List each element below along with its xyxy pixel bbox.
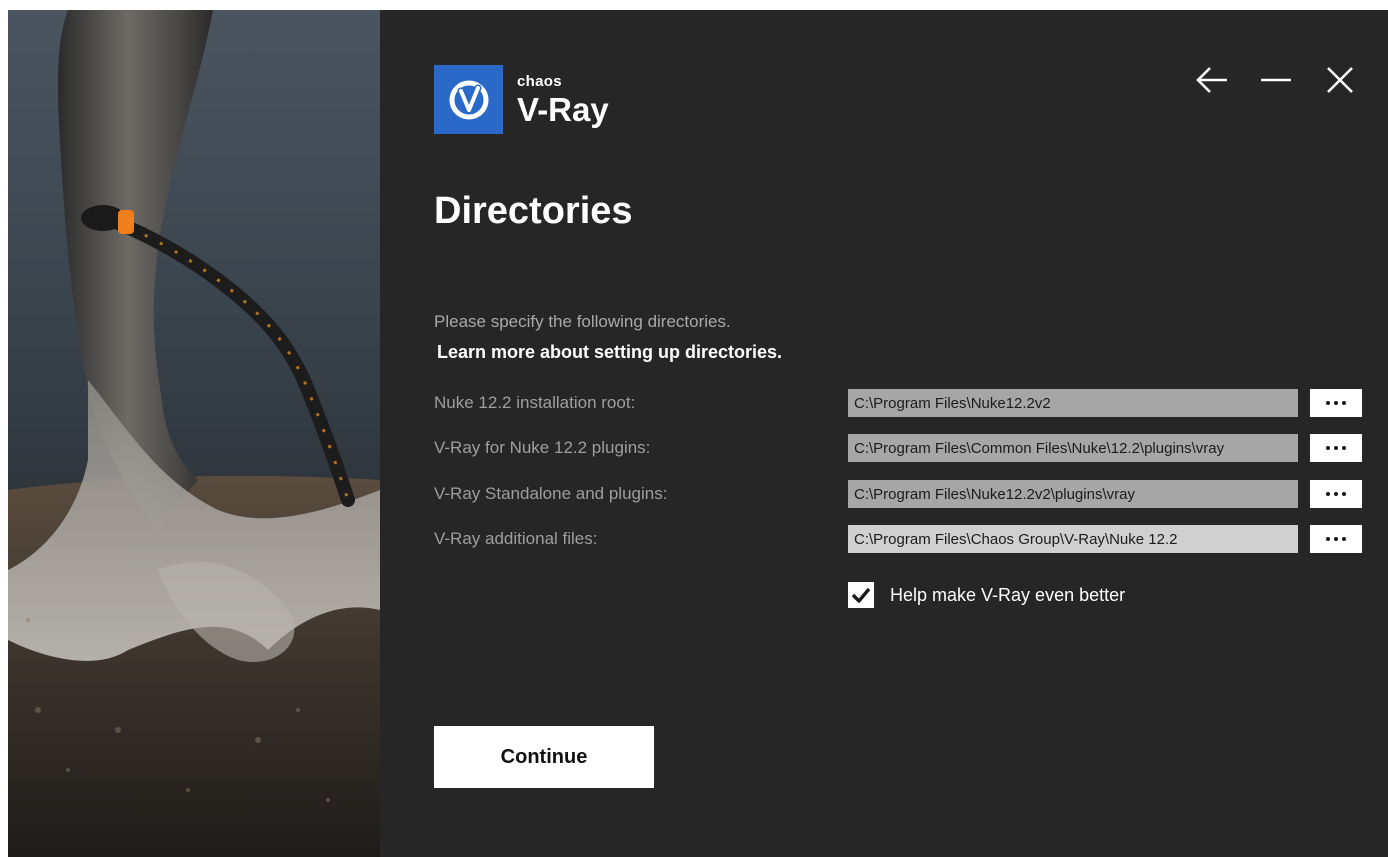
- directory-label: Nuke 12.2 installation root:: [434, 393, 636, 412]
- content-panel: chaos V-Ray Directories Please specify t…: [380, 10, 1388, 857]
- minimize-icon: [1261, 78, 1291, 82]
- vray-standalone-path-field[interactable]: [848, 480, 1298, 508]
- directory-label: V-Ray for Nuke 12.2 plugins:: [434, 438, 651, 457]
- directory-row-vray-plugins: V-Ray for Nuke 12.2 plugins:: [434, 434, 1374, 464]
- page-title: Directories: [434, 190, 633, 232]
- brand-name: chaos: [517, 72, 562, 90]
- back-button[interactable]: [1194, 62, 1230, 98]
- vray-logo: chaos V-Ray: [434, 65, 609, 134]
- learn-more-link[interactable]: Learn more about setting up directories.: [437, 342, 782, 363]
- vray-plugins-path-field[interactable]: [848, 434, 1298, 462]
- page-description: Please specify the following directories…: [434, 312, 731, 331]
- close-icon: [1327, 67, 1353, 93]
- browse-button[interactable]: [1310, 434, 1362, 462]
- vray-additional-path-field[interactable]: [848, 525, 1298, 553]
- help-improve-checkbox-row[interactable]: Help make V-Ray even better: [848, 582, 1125, 608]
- snake-on-branch-illustration: [8, 10, 380, 857]
- window-controls: [1194, 62, 1358, 98]
- directory-label: V-Ray additional files:: [434, 529, 598, 548]
- help-improve-label: Help make V-Ray even better: [890, 584, 1126, 605]
- installer-window: chaos V-Ray Directories Please specify t…: [8, 10, 1388, 857]
- arrow-left-icon: [1196, 67, 1227, 93]
- continue-button[interactable]: Continue: [434, 726, 654, 788]
- minimize-button[interactable]: [1258, 62, 1294, 98]
- browse-button[interactable]: [1310, 525, 1362, 553]
- close-button[interactable]: [1322, 62, 1358, 98]
- directory-row-vray-additional: V-Ray additional files:: [434, 525, 1374, 555]
- browse-button[interactable]: [1310, 389, 1362, 417]
- vray-logo-icon: [434, 65, 503, 134]
- browse-button[interactable]: [1310, 480, 1362, 508]
- product-name: V-Ray: [517, 90, 609, 128]
- hero-image: [8, 10, 380, 857]
- directory-label: V-Ray Standalone and plugins:: [434, 484, 668, 503]
- directory-row-vray-standalone: V-Ray Standalone and plugins:: [434, 480, 1374, 510]
- help-improve-checkbox[interactable]: [848, 582, 874, 608]
- nuke-root-path-field[interactable]: [848, 389, 1298, 417]
- checkmark-icon: [851, 587, 871, 603]
- directory-row-nuke-root: Nuke 12.2 installation root:: [434, 389, 1374, 419]
